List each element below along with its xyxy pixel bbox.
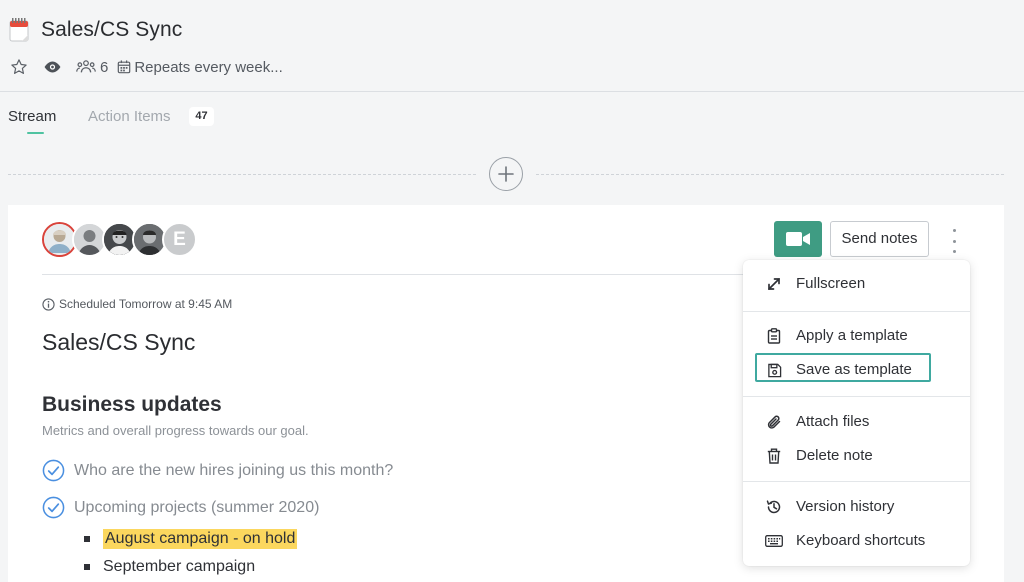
menu-item-label: Delete note (796, 447, 873, 464)
note-options-menu: Fullscreen Apply a template Save as temp… (743, 260, 970, 566)
paperclip-icon (765, 414, 783, 430)
trash-icon (765, 448, 783, 464)
section-heading[interactable]: Business updates (42, 393, 222, 417)
divider-right (536, 174, 1004, 175)
meeting-header: Sales/CS Sync 6 Repeats every week... (0, 0, 1024, 92)
meeting-meta: 6 Repeats every week... (10, 56, 283, 78)
history-icon (765, 499, 783, 515)
todo-text[interactable]: Upcoming projects (summer 2020) (74, 499, 319, 517)
page-title: Sales/CS Sync (41, 18, 183, 41)
list-item[interactable]: September campaign (84, 558, 255, 576)
menu-item-label: Attach files (796, 413, 870, 430)
list-item-text[interactable]: September campaign (103, 558, 255, 576)
scheduled-text: Scheduled Tomorrow at 9:45 AM (59, 297, 233, 311)
menu-item-save-template[interactable]: Save as template (743, 353, 970, 385)
star-icon[interactable] (10, 58, 28, 76)
info-icon (42, 297, 55, 311)
avatar-initial[interactable]: E (162, 222, 197, 257)
menu-item-label: Save as template (796, 361, 912, 378)
add-note-button[interactable] (489, 157, 523, 191)
divider-left (8, 174, 476, 175)
check-circle-icon[interactable] (42, 459, 65, 482)
check-circle-icon[interactable] (42, 496, 65, 519)
tab-action-items[interactable]: Action Items (88, 108, 171, 125)
tab-stream[interactable]: Stream (8, 108, 56, 125)
calendar-icon (117, 60, 131, 74)
recurrence-text[interactable]: Repeats every week... (134, 59, 282, 76)
send-notes-button[interactable]: Send notes (830, 221, 929, 257)
card-divider (42, 274, 747, 275)
menu-item-version-history[interactable]: Version history (743, 492, 970, 522)
todo-item[interactable]: Who are the new hires joining us this mo… (42, 459, 393, 482)
todo-item[interactable]: Upcoming projects (summer 2020) (42, 496, 319, 519)
eye-icon[interactable] (43, 60, 62, 74)
list-item[interactable]: August campaign - on hold (84, 529, 298, 549)
more-options-icon[interactable] (946, 229, 962, 253)
menu-separator (743, 396, 970, 397)
keyboard-icon (765, 533, 783, 549)
menu-separator (743, 481, 970, 482)
video-call-button[interactable] (774, 221, 822, 257)
menu-item-label: Keyboard shortcuts (796, 532, 926, 549)
section-description[interactable]: Metrics and overall progress towards our… (42, 423, 309, 438)
active-tab-indicator (27, 132, 44, 134)
menu-item-delete-note[interactable]: Delete note (743, 441, 970, 471)
bullet-marker (84, 564, 90, 570)
note-title[interactable]: Sales/CS Sync (42, 329, 195, 356)
menu-item-apply-template[interactable]: Apply a template (743, 321, 970, 351)
menu-item-keyboard-shortcuts[interactable]: Keyboard shortcuts (743, 526, 970, 556)
plus-icon (498, 166, 514, 182)
expand-icon (765, 276, 783, 292)
people-icon[interactable] (76, 59, 96, 75)
video-camera-icon (786, 232, 810, 246)
scheduled-info: Scheduled Tomorrow at 9:45 AM (42, 297, 232, 311)
calendar-emoji-icon (9, 18, 31, 42)
bullet-marker (84, 536, 90, 542)
highlighted-text[interactable]: August campaign - on hold (103, 529, 298, 549)
menu-separator (743, 311, 970, 312)
menu-item-label: Version history (796, 498, 895, 515)
action-items-count-badge: 47 (189, 107, 214, 126)
clipboard-icon (765, 328, 783, 344)
todo-text[interactable]: Who are the new hires joining us this mo… (74, 462, 393, 480)
menu-item-fullscreen[interactable]: Fullscreen (743, 269, 970, 299)
attendee-count: 6 (100, 58, 109, 76)
menu-item-label: Fullscreen (796, 275, 866, 292)
save-icon (765, 362, 783, 378)
menu-item-attach-files[interactable]: Attach files (743, 407, 970, 437)
menu-item-label: Apply a template (796, 327, 908, 344)
